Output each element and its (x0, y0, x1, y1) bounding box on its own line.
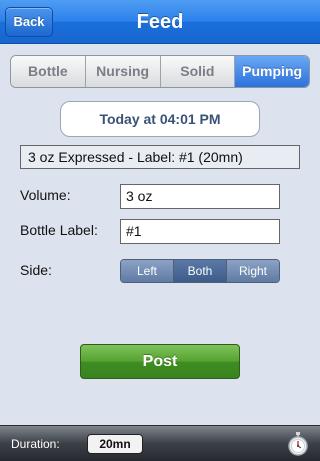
tab-pumping[interactable]: Pumping (235, 56, 309, 87)
feed-type-segmented-control: Bottle Nursing Solid Pumping (10, 55, 310, 88)
duration-value-button[interactable]: 20mn (87, 434, 143, 454)
duration-label: Duration: (11, 437, 60, 451)
tab-bottle[interactable]: Bottle (11, 56, 86, 87)
side-left-option[interactable]: Left (121, 260, 174, 282)
side-segmented-control: Left Both Right (120, 259, 280, 283)
duration-toolbar: Duration: 20mn (0, 425, 320, 461)
side-right-option[interactable]: Right (227, 260, 279, 282)
navigation-bar: Back Feed (0, 0, 320, 44)
tab-solid[interactable]: Solid (160, 56, 236, 87)
side-both-option[interactable]: Both (174, 260, 227, 282)
volume-label: Volume: (20, 187, 71, 203)
post-button[interactable]: Post (80, 344, 240, 379)
tab-nursing[interactable]: Nursing (85, 56, 161, 87)
feed-summary: 3 oz Expressed - Label: #1 (20mn) (20, 145, 300, 169)
bottle-label-label: Bottle Label: (20, 222, 98, 238)
stopwatch-icon[interactable] (287, 432, 309, 456)
page-title: Feed (136, 11, 184, 33)
date-time-button[interactable]: Today at 04:01 PM (60, 101, 260, 137)
side-label: Side: (20, 262, 52, 278)
bottle-label-field[interactable]: #1 (120, 219, 280, 244)
volume-field[interactable]: 3 oz (120, 184, 280, 209)
